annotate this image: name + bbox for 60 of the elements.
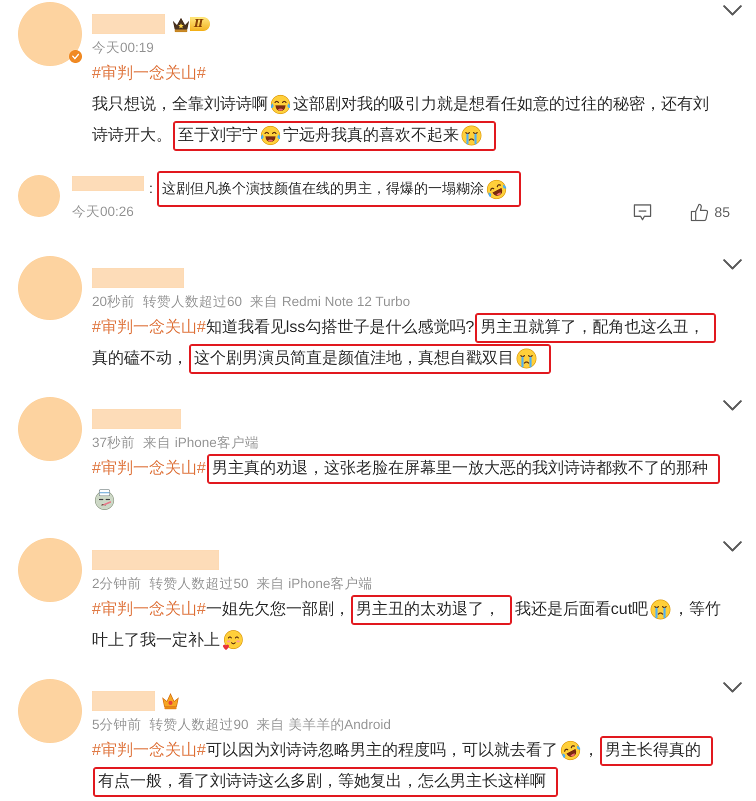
crown-icon: [162, 692, 179, 710]
comment-text: 宁远舟我真的喜欢不起来: [283, 126, 459, 146]
sick-face-icon: [94, 489, 115, 510]
post-time: 37秒前: [92, 434, 136, 452]
level-badge: Ⅱ: [190, 17, 210, 31]
post-time: 5分钟前: [92, 716, 142, 734]
crying-face-icon: [650, 599, 672, 620]
comment-text: 至于刘宇宁: [178, 126, 258, 146]
post-time: 20秒前: [92, 293, 136, 311]
hashtag-link[interactable]: #审判一念关山#: [92, 599, 206, 620]
comment-icon[interactable]: [633, 202, 652, 222]
comment-text: 男主丑的太劝退了，: [356, 600, 500, 620]
repost-count: 转赞人数超过90: [150, 716, 249, 734]
comment-text: 男主丑就算了，配角也这么丑，: [480, 318, 704, 338]
repost-count: 转赞人数超过60: [143, 293, 242, 311]
crying-face-icon: [516, 348, 537, 369]
comment-text: 男主真的劝退，这张老脸在屏幕里一放大恶的我刘诗诗都救不了的那种: [212, 458, 708, 479]
post-source: 来自 Redmi Note 12 Turbo: [250, 293, 410, 311]
hashtag-link[interactable]: #审判一念关山#: [92, 740, 206, 761]
comment-text: 男主长得真的: [604, 740, 701, 761]
comment-text: 叶上了我一定补上: [92, 630, 220, 651]
laughing-face-icon: [260, 125, 281, 146]
comment-text: 这部剧对我的吸引力就是想看任如意的过往的秘密，还有刘: [293, 94, 709, 115]
comment-text: 知道我看见lss勾搭世子是什么感觉吗?: [206, 318, 474, 338]
comment-text: 一姐先欠您一部剧，: [206, 600, 350, 620]
comment-text: 有点一般，看了刘诗诗这么多剧，等她复出，怎么男主长这样啊: [98, 772, 546, 792]
comment-text: ，等竹: [673, 600, 722, 620]
comment-text: 我还是后面看cut吧: [514, 600, 648, 620]
comment-text: 真的磕不动，: [92, 348, 188, 369]
repost-count: 转赞人数超过50: [150, 575, 249, 593]
comment-text: ，: [582, 741, 599, 761]
post-source: 来自 美羊羊的Android: [256, 716, 391, 734]
chevron-down-icon[interactable]: [723, 400, 742, 411]
colon-text: :: [149, 180, 153, 196]
hashtag-link[interactable]: #审判一念关山#: [92, 317, 206, 338]
comment-text: 这个剧男演员简直是颜值洼地，真想自戳双目: [194, 348, 514, 369]
comment-text: 这剧但凡换个演技颜值在线的男主，得爆的一塌糊涂: [162, 180, 484, 198]
comment-text: 诗诗开大。: [92, 126, 172, 146]
post-source: 来自 iPhone客户端: [256, 575, 372, 593]
comment-text: 可以因为刘诗诗忽略男主的程度吗，可以就去看了: [206, 740, 558, 761]
chevron-down-icon[interactable]: [723, 5, 742, 16]
tilted-laughing-face-icon: [560, 740, 581, 761]
like-button[interactable]: 85: [690, 202, 730, 222]
comment-text: 我只想说，全靠刘诗诗啊: [92, 94, 268, 115]
chevron-down-icon[interactable]: [723, 541, 742, 552]
crying-face-icon: [461, 125, 482, 146]
post-time: 今天00:19: [92, 39, 154, 57]
chevron-down-icon[interactable]: [723, 682, 742, 693]
laughing-face-icon: [270, 94, 291, 115]
avatar: [18, 175, 60, 217]
reply-time: 今天00:26: [72, 203, 134, 221]
thumbs-up-icon: [690, 202, 710, 222]
crown-icon: [172, 16, 190, 32]
tilted-laughing-face-icon: [486, 178, 507, 200]
chevron-down-icon[interactable]: [723, 259, 742, 270]
post-time: 2分钟前: [92, 575, 142, 593]
hashtag-link[interactable]: #审判一念关山#: [92, 458, 206, 479]
post-source: 来自 iPhone客户端: [143, 434, 259, 452]
heart-face-icon: [222, 630, 243, 651]
hashtag-link[interactable]: #审判一念关山#: [92, 63, 206, 84]
